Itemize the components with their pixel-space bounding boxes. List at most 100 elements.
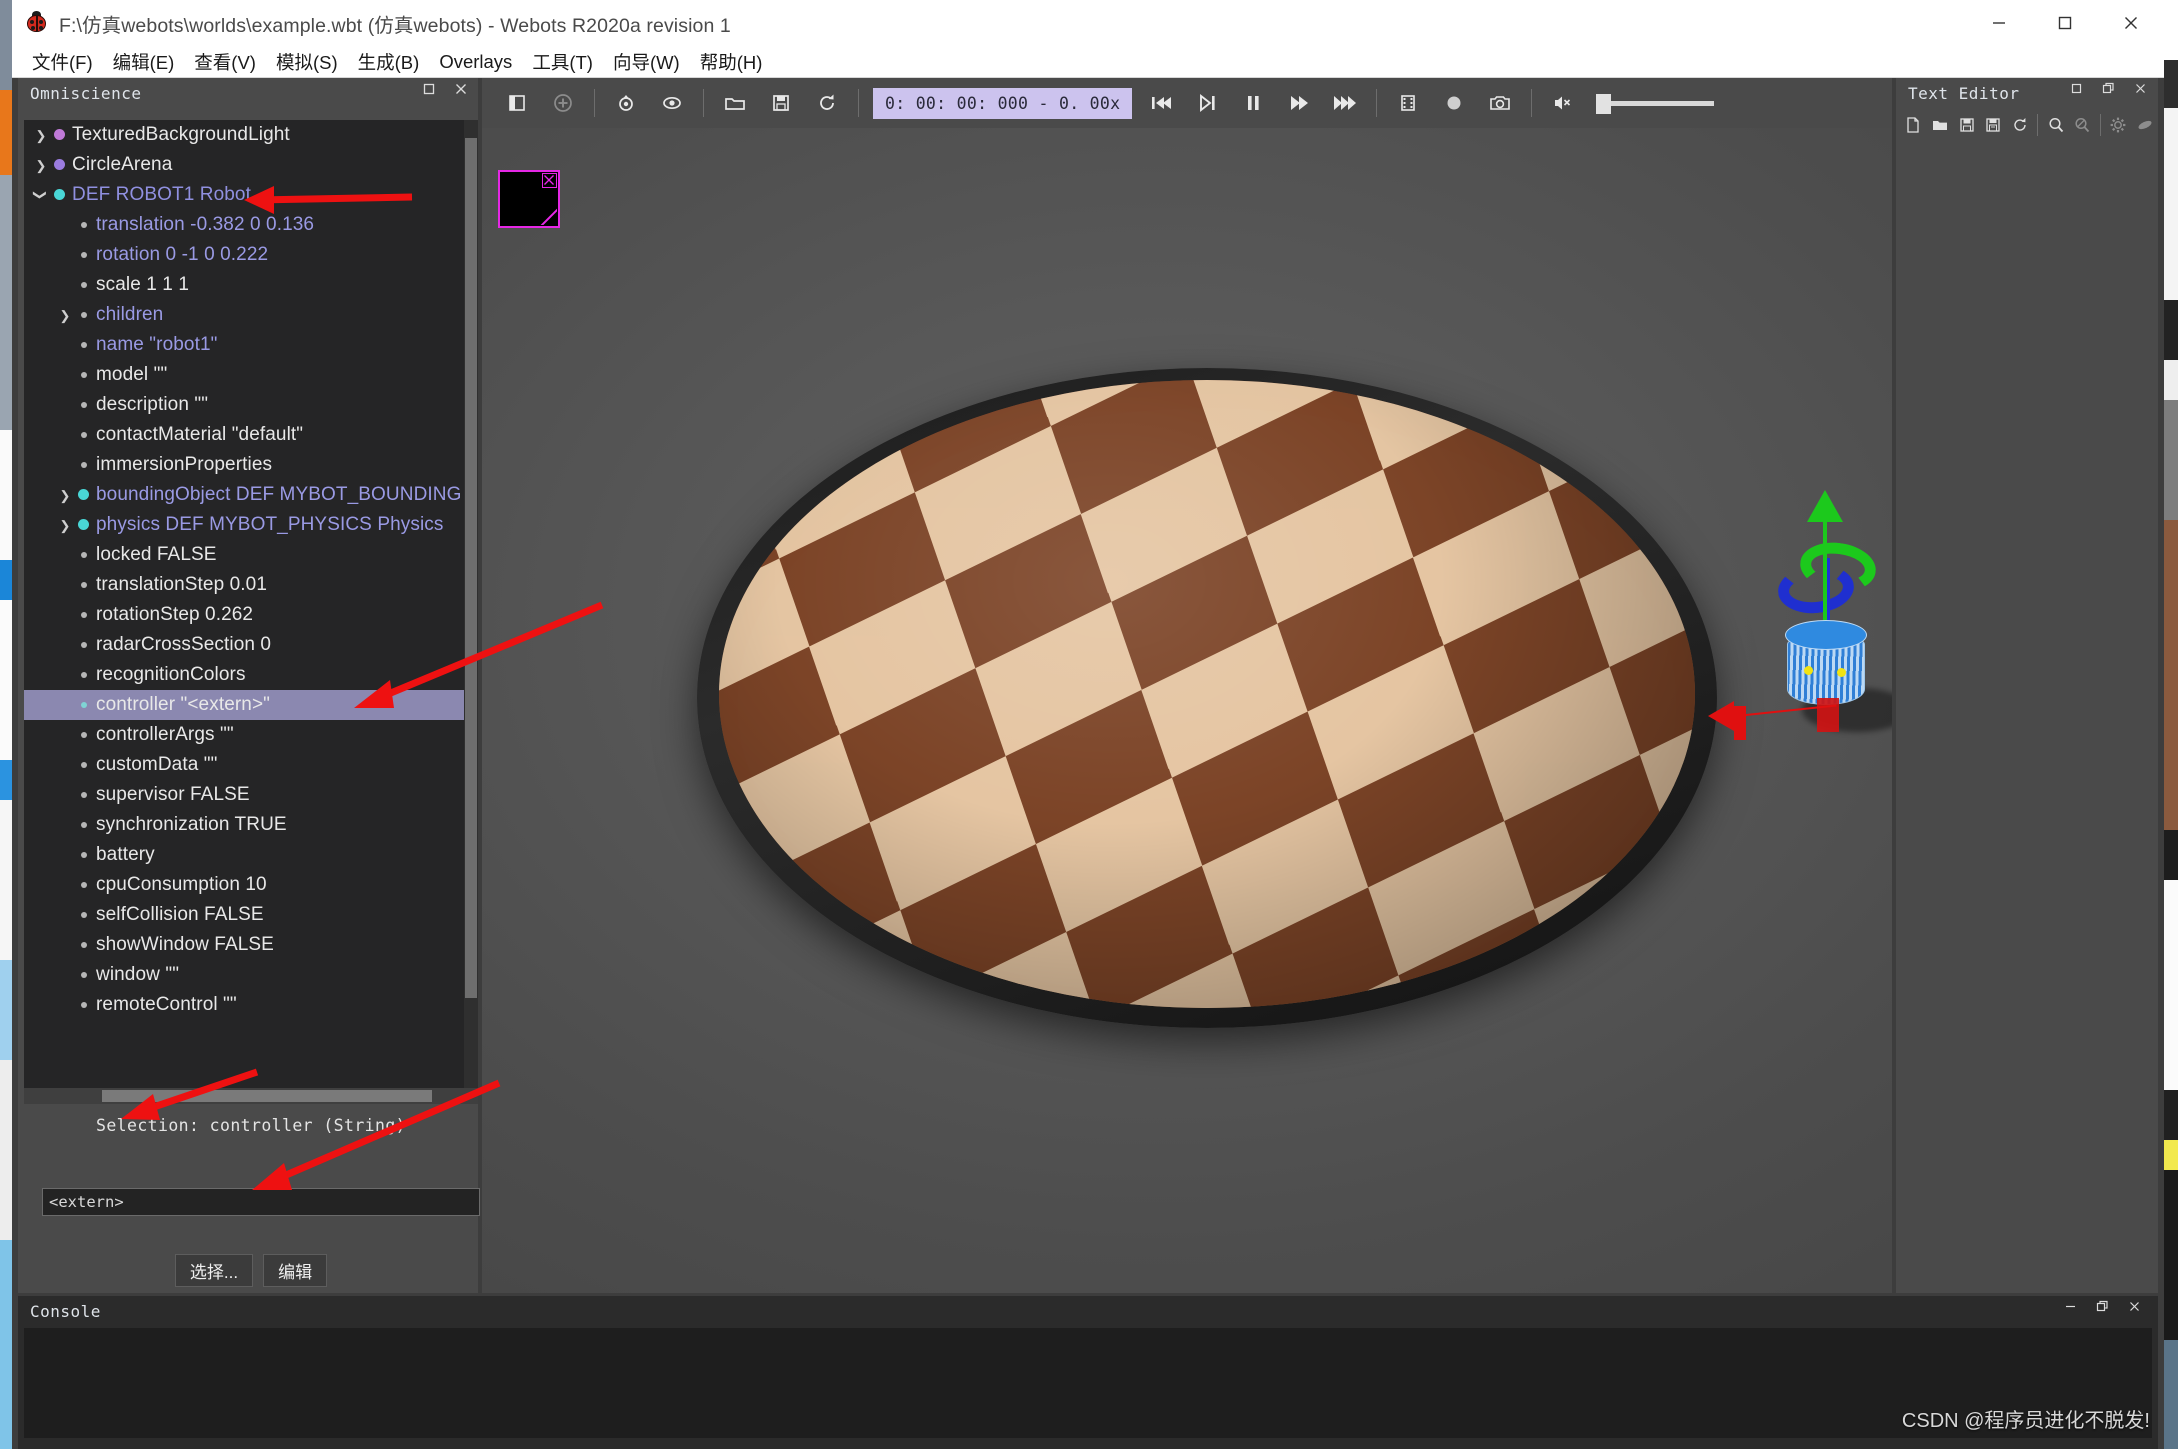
scene-tree-row[interactable]: cpuConsumption 10 (24, 870, 478, 900)
minimize-button[interactable] (1966, 0, 2032, 46)
gizmo-green-arrow[interactable] (1807, 490, 1843, 522)
scene-tree-row[interactable]: recognitionColors (24, 660, 478, 690)
open-file-icon[interactable] (1927, 110, 1954, 140)
menu-overlays[interactable]: Overlays (429, 49, 522, 75)
menu-tools[interactable]: 工具(T) (522, 47, 603, 77)
movie-icon[interactable] (1385, 82, 1431, 124)
restore-viewpoint-icon[interactable] (603, 82, 649, 124)
record-icon[interactable] (1431, 82, 1477, 124)
scrollbar-thumb[interactable] (465, 138, 477, 998)
scene-tree-row[interactable]: model "" (24, 360, 478, 390)
scene-tree-row[interactable]: battery (24, 840, 478, 870)
text-editor-restore-icon[interactable] (2102, 82, 2118, 98)
run-icon[interactable] (1276, 82, 1322, 124)
scene-tree-row[interactable]: ❯physics DEF MYBOT_PHYSICS Physics (24, 510, 478, 540)
console-output[interactable] (24, 1328, 2152, 1438)
volume-handle[interactable] (1596, 94, 1611, 114)
reset-simulation-icon[interactable] (1138, 82, 1184, 124)
new-file-icon[interactable] (1900, 110, 1927, 140)
scene-tree-horizontal-scrollbar[interactable] (24, 1088, 478, 1104)
console-close-icon[interactable] (2128, 1300, 2144, 1316)
scene-tree-vertical-scrollbar[interactable] (464, 120, 478, 1088)
scene-tree-row[interactable]: customData "" (24, 750, 478, 780)
text-editor-maximize-icon[interactable] (2070, 82, 2086, 98)
scene-tree-row[interactable]: remoteControl "" (24, 990, 478, 1020)
scene-tree-row[interactable]: supervisor FALSE (24, 780, 478, 810)
camera-overlay-resize-handle[interactable] (537, 205, 557, 225)
scene-tree-row[interactable]: locked FALSE (24, 540, 478, 570)
screenshot-icon[interactable] (1477, 82, 1523, 124)
scene-tree-row[interactable]: name "robot1" (24, 330, 478, 360)
scene-tree-row[interactable]: selfCollision FALSE (24, 900, 478, 930)
scene-tree-row[interactable]: controller "<extern>" (24, 690, 478, 720)
scene-tree-row[interactable]: ❯boundingObject DEF MYBOT_BOUNDING Tra (24, 480, 478, 510)
gizmo-red-arrow[interactable] (1708, 701, 1734, 731)
scene-tree-close-icon[interactable] (454, 82, 470, 98)
save-world-icon[interactable] (758, 82, 804, 124)
menu-wizards[interactable]: 向导(W) (603, 47, 690, 77)
fast-forward-icon[interactable] (1322, 82, 1368, 124)
add-node-icon[interactable] (540, 82, 586, 124)
chevron-right-icon[interactable]: ❯ (32, 150, 50, 180)
scene-tree-row[interactable]: scale 1 1 1 (24, 270, 478, 300)
edit-controller-button[interactable]: 编辑 (263, 1254, 327, 1287)
scene-tree-row[interactable]: ❯DEF ROBOT1 Robot (24, 180, 478, 210)
close-button[interactable] (2098, 0, 2164, 46)
scene-tree-row[interactable]: ❯children (24, 300, 478, 330)
volume-slider[interactable] (1596, 89, 1714, 117)
controller-value-input[interactable] (42, 1188, 480, 1216)
scene-tree-row[interactable]: controllerArgs "" (24, 720, 478, 750)
scrollbar-thumb[interactable] (102, 1090, 432, 1102)
scene-tree-row[interactable]: rotationStep 0.262 (24, 600, 478, 630)
scene-tree-row[interactable]: radarCrossSection 0 (24, 630, 478, 660)
reload-world-icon[interactable] (804, 82, 850, 124)
console-minimize-icon[interactable] (2064, 1300, 2080, 1316)
chevron-right-icon[interactable]: ❯ (56, 300, 74, 330)
scene-tree-list[interactable]: ❯TexturedBackgroundLight❯CircleArena❯DEF… (24, 120, 478, 1088)
scene-tree-row[interactable]: contactMaterial "default" (24, 420, 478, 450)
robot1-top[interactable] (1785, 620, 1867, 650)
save-file-icon[interactable] (1953, 110, 1980, 140)
menu-help[interactable]: 帮助(H) (690, 47, 773, 77)
menu-view[interactable]: 查看(V) (184, 47, 266, 77)
scene-tree-row[interactable]: ❯CircleArena (24, 150, 478, 180)
scene-tree-row[interactable]: immersionProperties (24, 450, 478, 480)
menu-edit[interactable]: 编辑(E) (103, 47, 185, 77)
scene-tree-row[interactable]: synchronization TRUE (24, 810, 478, 840)
gizmo-red-handle[interactable] (1817, 698, 1839, 732)
revert-file-icon[interactable] (2007, 110, 2034, 140)
open-world-icon[interactable] (712, 82, 758, 124)
chevron-down-icon[interactable]: ❯ (26, 186, 56, 204)
scene-tree-row[interactable]: description "" (24, 390, 478, 420)
mute-icon[interactable] (1540, 82, 1586, 124)
select-controller-button[interactable]: 选择... (175, 1254, 253, 1287)
view-icon[interactable] (649, 82, 695, 124)
chevron-right-icon[interactable]: ❯ (56, 480, 74, 510)
console-restore-icon[interactable] (2096, 1300, 2112, 1316)
scene-tree-maximize-icon[interactable] (422, 82, 438, 98)
maximize-button[interactable] (2032, 0, 2098, 46)
scene-tree-row[interactable]: ❯TexturedBackgroundLight (24, 120, 478, 150)
clean-icon[interactable] (2131, 110, 2158, 140)
scene-tree-row[interactable]: window "" (24, 960, 478, 990)
text-editor-content[interactable] (1896, 144, 2158, 1293)
text-editor-close-icon[interactable] (2134, 82, 2150, 98)
find-replace-icon[interactable] (2069, 110, 2096, 140)
menu-simulation[interactable]: 模拟(S) (266, 47, 348, 77)
step-icon[interactable] (1184, 82, 1230, 124)
scene-tree-row[interactable]: translationStep 0.01 (24, 570, 478, 600)
scene-tree-row[interactable]: rotation 0 -1 0 0.222 (24, 240, 478, 270)
chevron-right-icon[interactable]: ❯ (32, 120, 50, 150)
camera-overlay[interactable] (498, 170, 560, 228)
pause-icon[interactable] (1230, 82, 1276, 124)
3d-viewport[interactable] (482, 128, 1892, 1293)
menu-file[interactable]: 文件(F) (22, 47, 103, 77)
gear-icon[interactable] (2105, 110, 2132, 140)
menu-build[interactable]: 生成(B) (348, 47, 430, 77)
scene-tree-row[interactable]: translation -0.382 0 0.136 (24, 210, 478, 240)
toggle-sidebar-icon[interactable] (494, 82, 540, 124)
gizmo-red-bar[interactable] (1734, 706, 1746, 740)
camera-overlay-close-icon[interactable] (542, 173, 557, 188)
save-all-icon[interactable] (1980, 110, 2007, 140)
scene-tree-row[interactable]: showWindow FALSE (24, 930, 478, 960)
